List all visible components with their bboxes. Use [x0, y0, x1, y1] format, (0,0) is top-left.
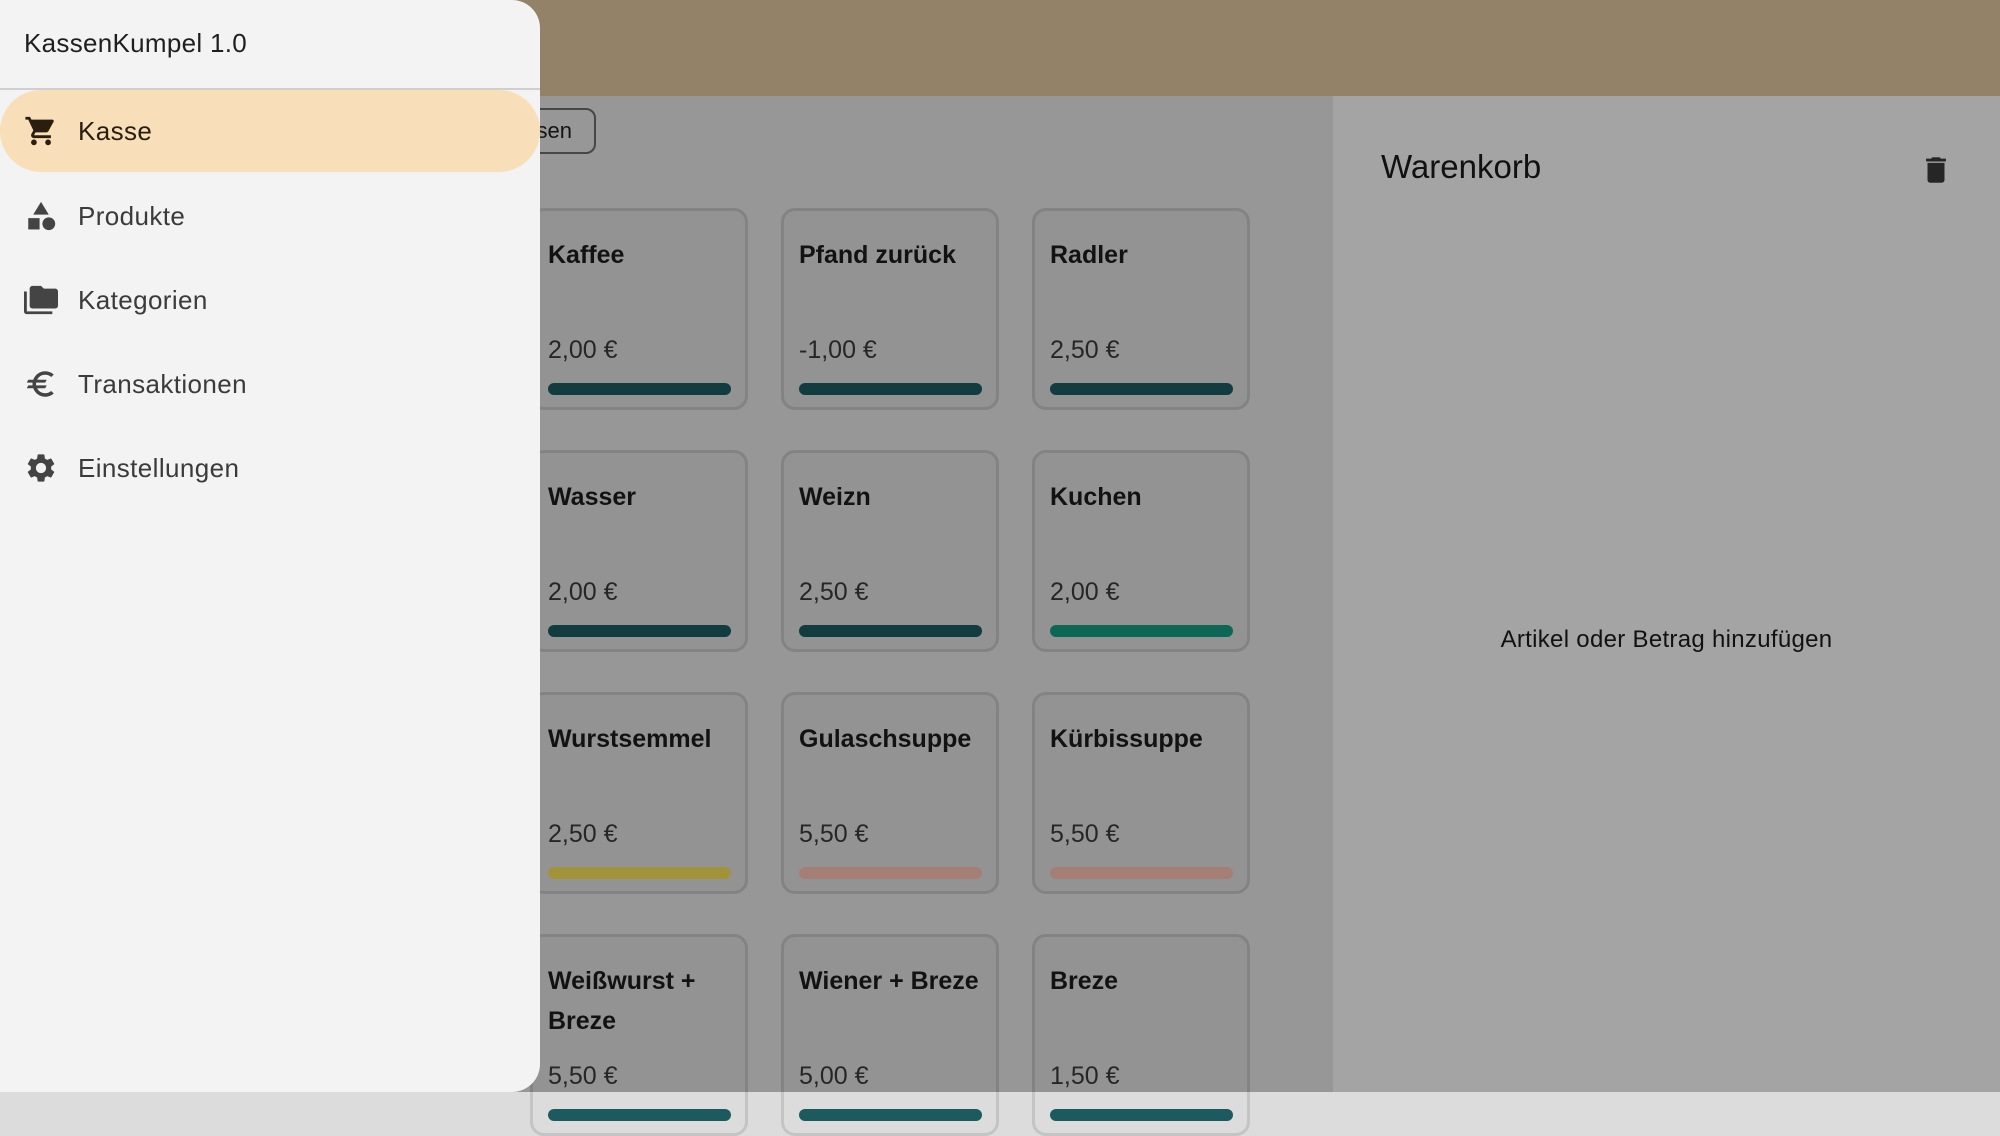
nav-item-produkte[interactable]: Produkte — [0, 175, 540, 257]
gear-icon — [24, 451, 58, 485]
nav-item-transaktionen[interactable]: Transaktionen — [0, 343, 540, 425]
navigation-drawer: KassenKumpel 1.0 Kasse Produkte Kategori… — [0, 0, 540, 1092]
nav-label-transaktionen: Transaktionen — [78, 368, 247, 399]
app-title: KassenKumpel 1.0 — [24, 28, 248, 58]
product-color-bar — [799, 1109, 982, 1121]
nav-item-kasse[interactable]: Kasse — [0, 90, 540, 172]
product-color-bar — [1050, 1109, 1233, 1121]
shapes-icon — [24, 199, 58, 233]
cart-icon — [24, 114, 58, 148]
nav-label-kasse: Kasse — [78, 115, 153, 146]
nav-label-produkte: Produkte — [78, 200, 186, 231]
folder-icon — [24, 283, 58, 317]
nav-item-kategorien[interactable]: Kategorien — [0, 259, 540, 341]
nav-label-einstellungen: Einstellungen — [78, 452, 240, 483]
nav-item-einstellungen[interactable]: Einstellungen — [0, 427, 540, 509]
nav-label-kategorien: Kategorien — [78, 284, 208, 315]
euro-icon — [24, 367, 58, 401]
product-color-bar — [548, 1109, 731, 1121]
